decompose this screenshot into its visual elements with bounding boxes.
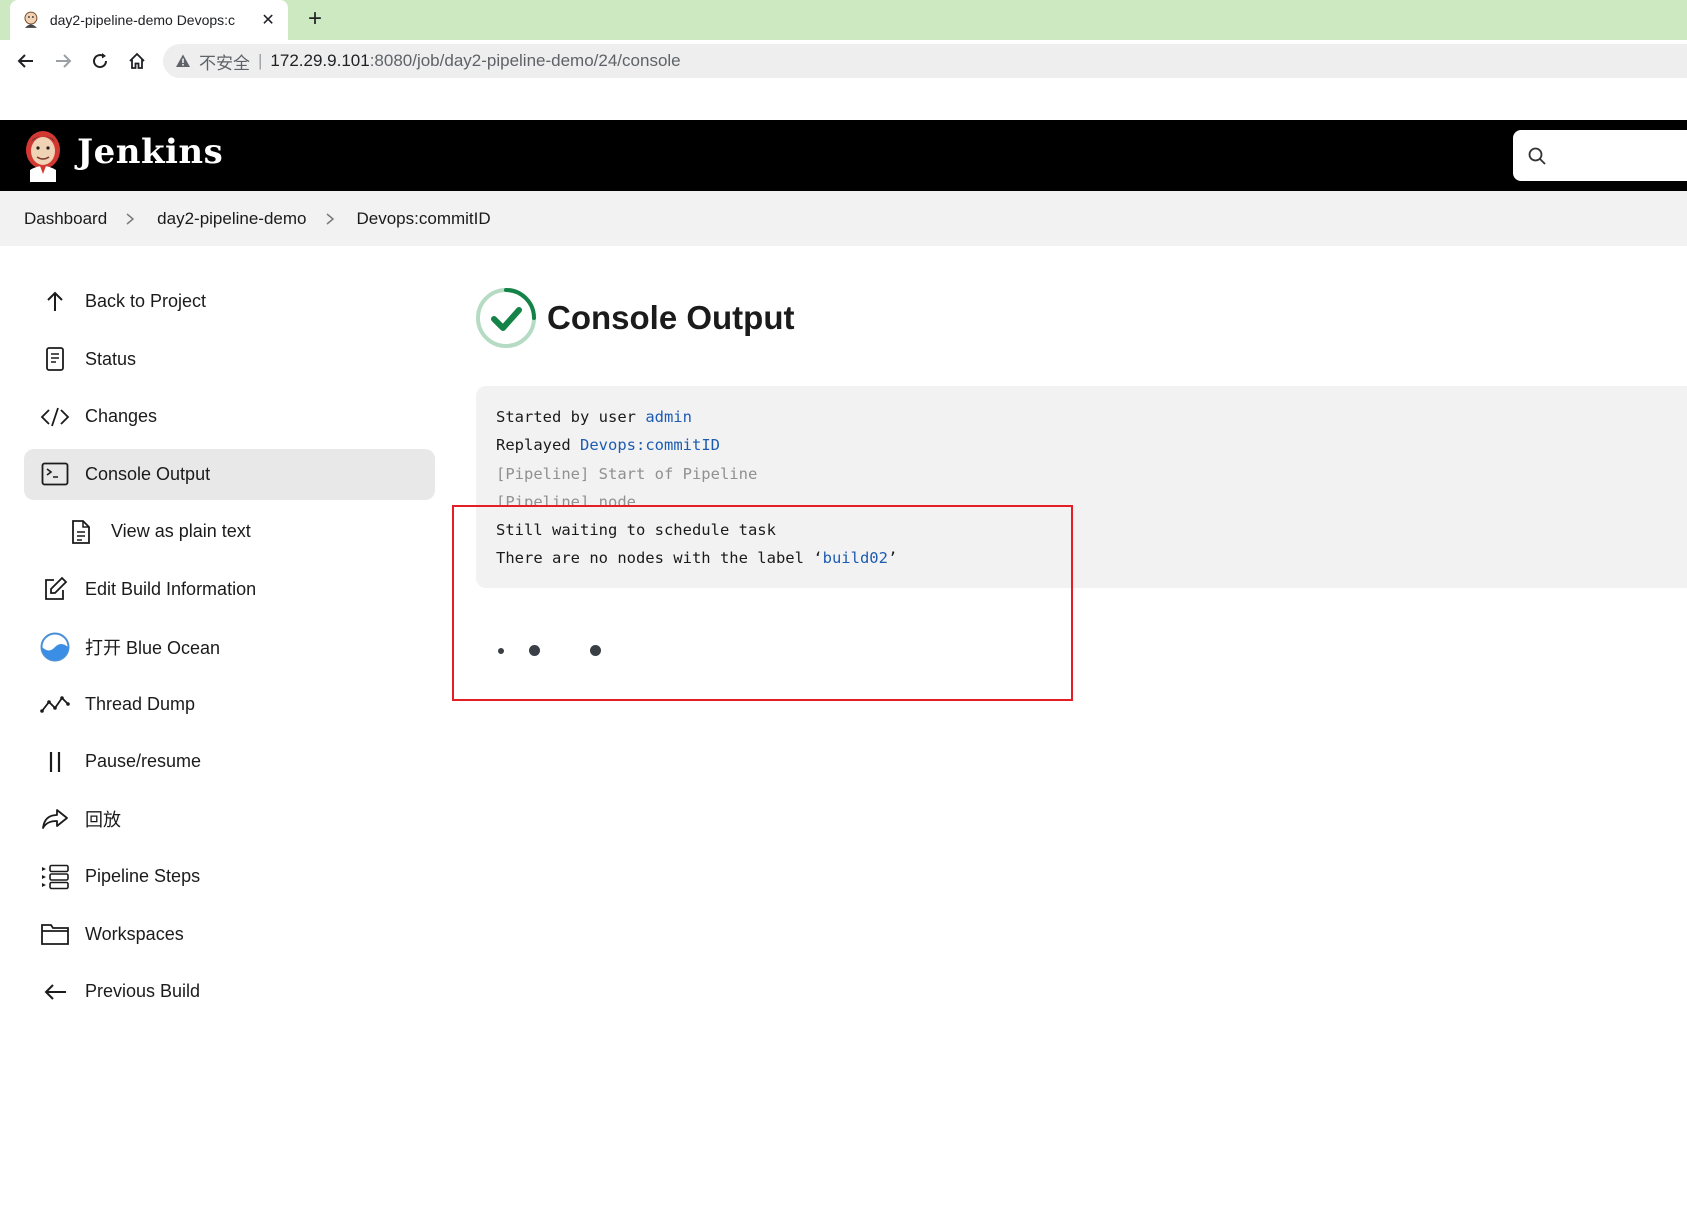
page-title: Console Output — [547, 299, 795, 336]
sidebar-item-workspaces[interactable]: Workspaces — [24, 909, 435, 960]
sidebar-item-thread-dump[interactable]: Thread Dump — [24, 679, 435, 730]
search-box[interactable] — [1513, 130, 1687, 181]
url-path: :8080/job/day2-pipeline-demo/24/console — [369, 51, 681, 70]
arrow-up-icon — [40, 287, 70, 317]
url-host: 172.29.9.101 — [270, 51, 370, 70]
arrow-left-icon — [40, 977, 70, 1007]
sidebar: Back to Project Status Changes Console O… — [24, 276, 435, 1024]
console-line: [Pipeline] Start of Pipeline — [496, 464, 758, 483]
back-icon[interactable] — [13, 48, 39, 74]
sidebar-item-blue-ocean[interactable]: 打开 Blue Ocean — [24, 621, 435, 672]
sidebar-item-label: 回放 — [85, 810, 121, 830]
document-icon — [40, 344, 70, 374]
home-icon[interactable] — [124, 48, 150, 74]
tab-title: day2-pipeline-demo Devops:c — [49, 12, 236, 28]
sidebar-item-label: Previous Build — [85, 981, 201, 1001]
browser-tab[interactable]: day2-pipeline-demo Devops:c ✕ — [10, 0, 288, 40]
sidebar-item-console-output[interactable]: Console Output — [24, 448, 435, 500]
blue-ocean-icon — [40, 632, 70, 662]
pause-icon — [40, 747, 70, 777]
address-bar[interactable]: 不安全 | 172.29.9.101:8080/job/day2-pipelin… — [163, 44, 1687, 78]
code-icon — [40, 402, 70, 432]
sidebar-item-label: Status — [85, 348, 137, 369]
not-secure-label: 不安全 — [199, 53, 250, 73]
sidebar-item-label: Changes — [85, 406, 158, 426]
sidebar-item-label: Edit Build Information — [85, 578, 257, 599]
edit-icon — [40, 574, 70, 604]
sidebar-item-pipeline-steps[interactable]: Pipeline Steps — [24, 851, 435, 902]
list-steps-icon — [40, 862, 70, 892]
folder-icon — [40, 919, 70, 949]
file-text-icon — [66, 517, 96, 547]
sidebar-item-edit-build-information[interactable]: Edit Build Information — [24, 564, 435, 615]
sidebar-item-label: Back to Project — [85, 291, 207, 311]
chevron-right-icon — [125, 212, 135, 226]
success-check-icon — [476, 288, 536, 348]
user-link[interactable]: admin — [645, 408, 692, 426]
console-line: Replayed Devops:commitID — [496, 431, 1667, 459]
sidebar-item-pause-resume[interactable]: Pause/resume — [24, 736, 435, 787]
console-text: Replayed — [496, 436, 580, 455]
search-icon — [1528, 147, 1546, 165]
sidebar-item-label: Thread Dump — [85, 693, 196, 714]
sidebar-item-replay[interactable]: 回放 — [24, 794, 435, 845]
sidebar-item-changes[interactable]: Changes — [24, 391, 435, 442]
jenkins-header: Jenkins — [0, 120, 1687, 191]
terminal-icon — [40, 459, 70, 489]
browser-toolbar: 不安全 | 172.29.9.101:8080/job/day2-pipelin… — [0, 40, 1687, 82]
breadcrumb: Dashboard day2-pipeline-demo Devops:comm… — [0, 191, 1687, 246]
breadcrumb-dashboard[interactable]: Dashboard — [24, 209, 107, 229]
jenkins-brand[interactable]: Jenkins — [77, 132, 223, 172]
new-tab-icon[interactable]: + — [302, 6, 328, 32]
forward-icon[interactable] — [50, 48, 76, 74]
sidebar-item-back-to-project[interactable]: Back to Project — [24, 276, 435, 327]
sidebar-item-label: Pipeline Steps — [85, 866, 201, 886]
jenkins-logo-icon[interactable] — [22, 128, 64, 182]
sidebar-item-status[interactable]: Status — [24, 334, 435, 385]
page-heading: Console Output — [474, 286, 794, 350]
sidebar-item-label: View as plain text — [111, 521, 251, 541]
highlight-annotation-box — [452, 505, 1073, 701]
sidebar-item-label: Console Output — [85, 463, 211, 484]
console-line: Started by user admin — [496, 403, 1667, 431]
activity-icon — [40, 689, 70, 719]
close-tab-icon[interactable]: ✕ — [260, 10, 276, 30]
console-text: Started by user — [496, 408, 646, 426]
sidebar-item-previous-build[interactable]: Previous Build — [24, 966, 435, 1017]
sidebar-item-label: 打开 Blue Ocean — [85, 637, 221, 658]
jenkins-favicon-icon — [24, 11, 38, 28]
replay-source-link[interactable]: Devops:commitID — [580, 436, 720, 454]
breadcrumb-project[interactable]: day2-pipeline-demo — [157, 209, 306, 229]
share-arrow-icon — [40, 804, 70, 834]
sidebar-item-label: Pause/resume — [85, 751, 202, 771]
breadcrumb-build[interactable]: Devops:commitID — [357, 209, 491, 229]
warning-icon — [176, 54, 190, 67]
sidebar-item-label: Workspaces — [85, 923, 184, 944]
chevron-right-icon — [325, 212, 335, 226]
sidebar-item-view-plain-text[interactable]: View as plain text — [24, 506, 435, 557]
url-separator: | — [258, 51, 263, 70]
reload-icon[interactable] — [87, 48, 113, 74]
browser-tabstrip: day2-pipeline-demo Devops:c ✕ + — [0, 0, 1687, 40]
